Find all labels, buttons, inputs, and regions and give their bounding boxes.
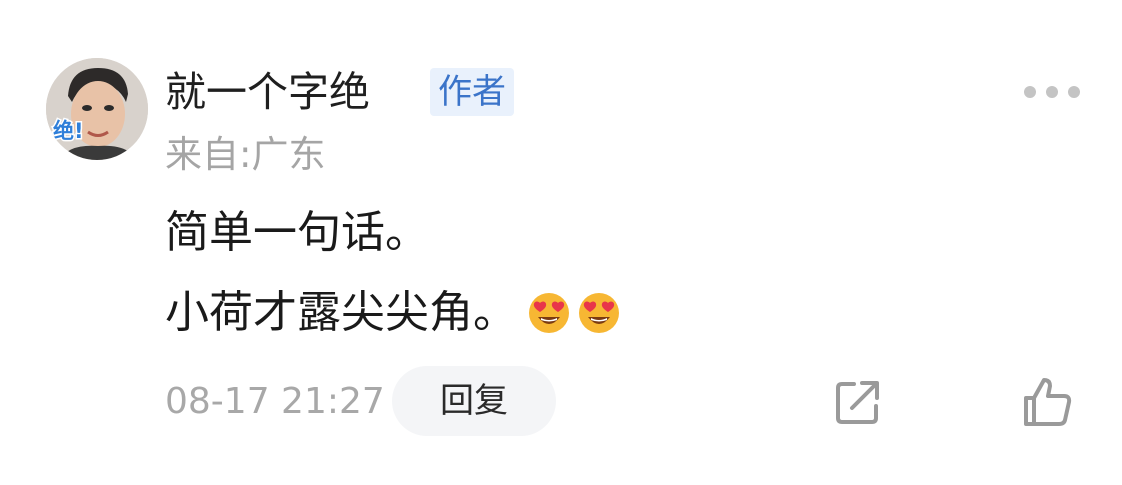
comment-text: 简单一句话。 — [165, 207, 429, 258]
comment-text-line: 简单一句话。 — [165, 203, 429, 263]
more-dots-icon — [1068, 86, 1080, 98]
more-dots-icon — [1024, 86, 1036, 98]
username[interactable]: 就一个字绝 — [165, 64, 370, 120]
more-dots-icon — [1046, 86, 1058, 98]
thumbs-up-icon — [1024, 378, 1072, 426]
share-icon — [836, 381, 879, 424]
more-options-button[interactable] — [1024, 80, 1080, 104]
avatar[interactable]: 绝! — [46, 58, 148, 160]
comment-text: 小荷才露尖尖角。 — [165, 287, 517, 338]
comment-text-line: 小荷才露尖尖角。 — [165, 283, 621, 343]
avatar-overlay-text: 绝! — [53, 119, 84, 143]
heart-eyes-emoji — [529, 293, 569, 333]
reply-button[interactable]: 回复 — [392, 366, 556, 436]
like-button[interactable] — [1020, 374, 1076, 430]
user-avatar-photo: 绝! — [46, 58, 148, 160]
timestamp: 08-17 21:27 — [165, 381, 385, 422]
location-label: 来自:广东 — [165, 133, 326, 176]
author-badge: 作者 — [430, 68, 514, 116]
share-button[interactable] — [832, 376, 884, 428]
heart-eyes-emoji — [579, 293, 619, 333]
